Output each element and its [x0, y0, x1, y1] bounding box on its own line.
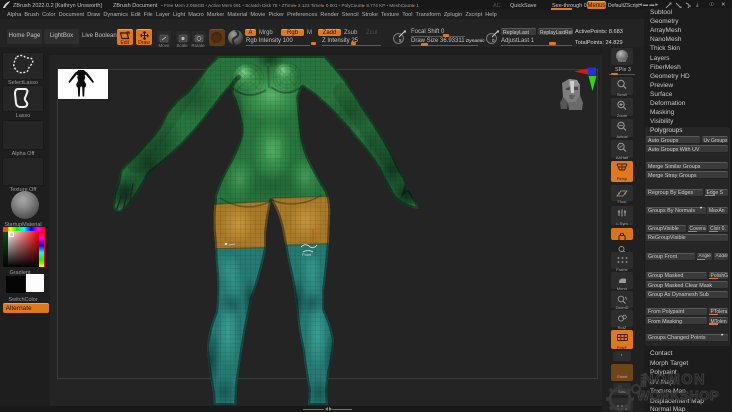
svg-text:Point: Point: [302, 252, 312, 257]
